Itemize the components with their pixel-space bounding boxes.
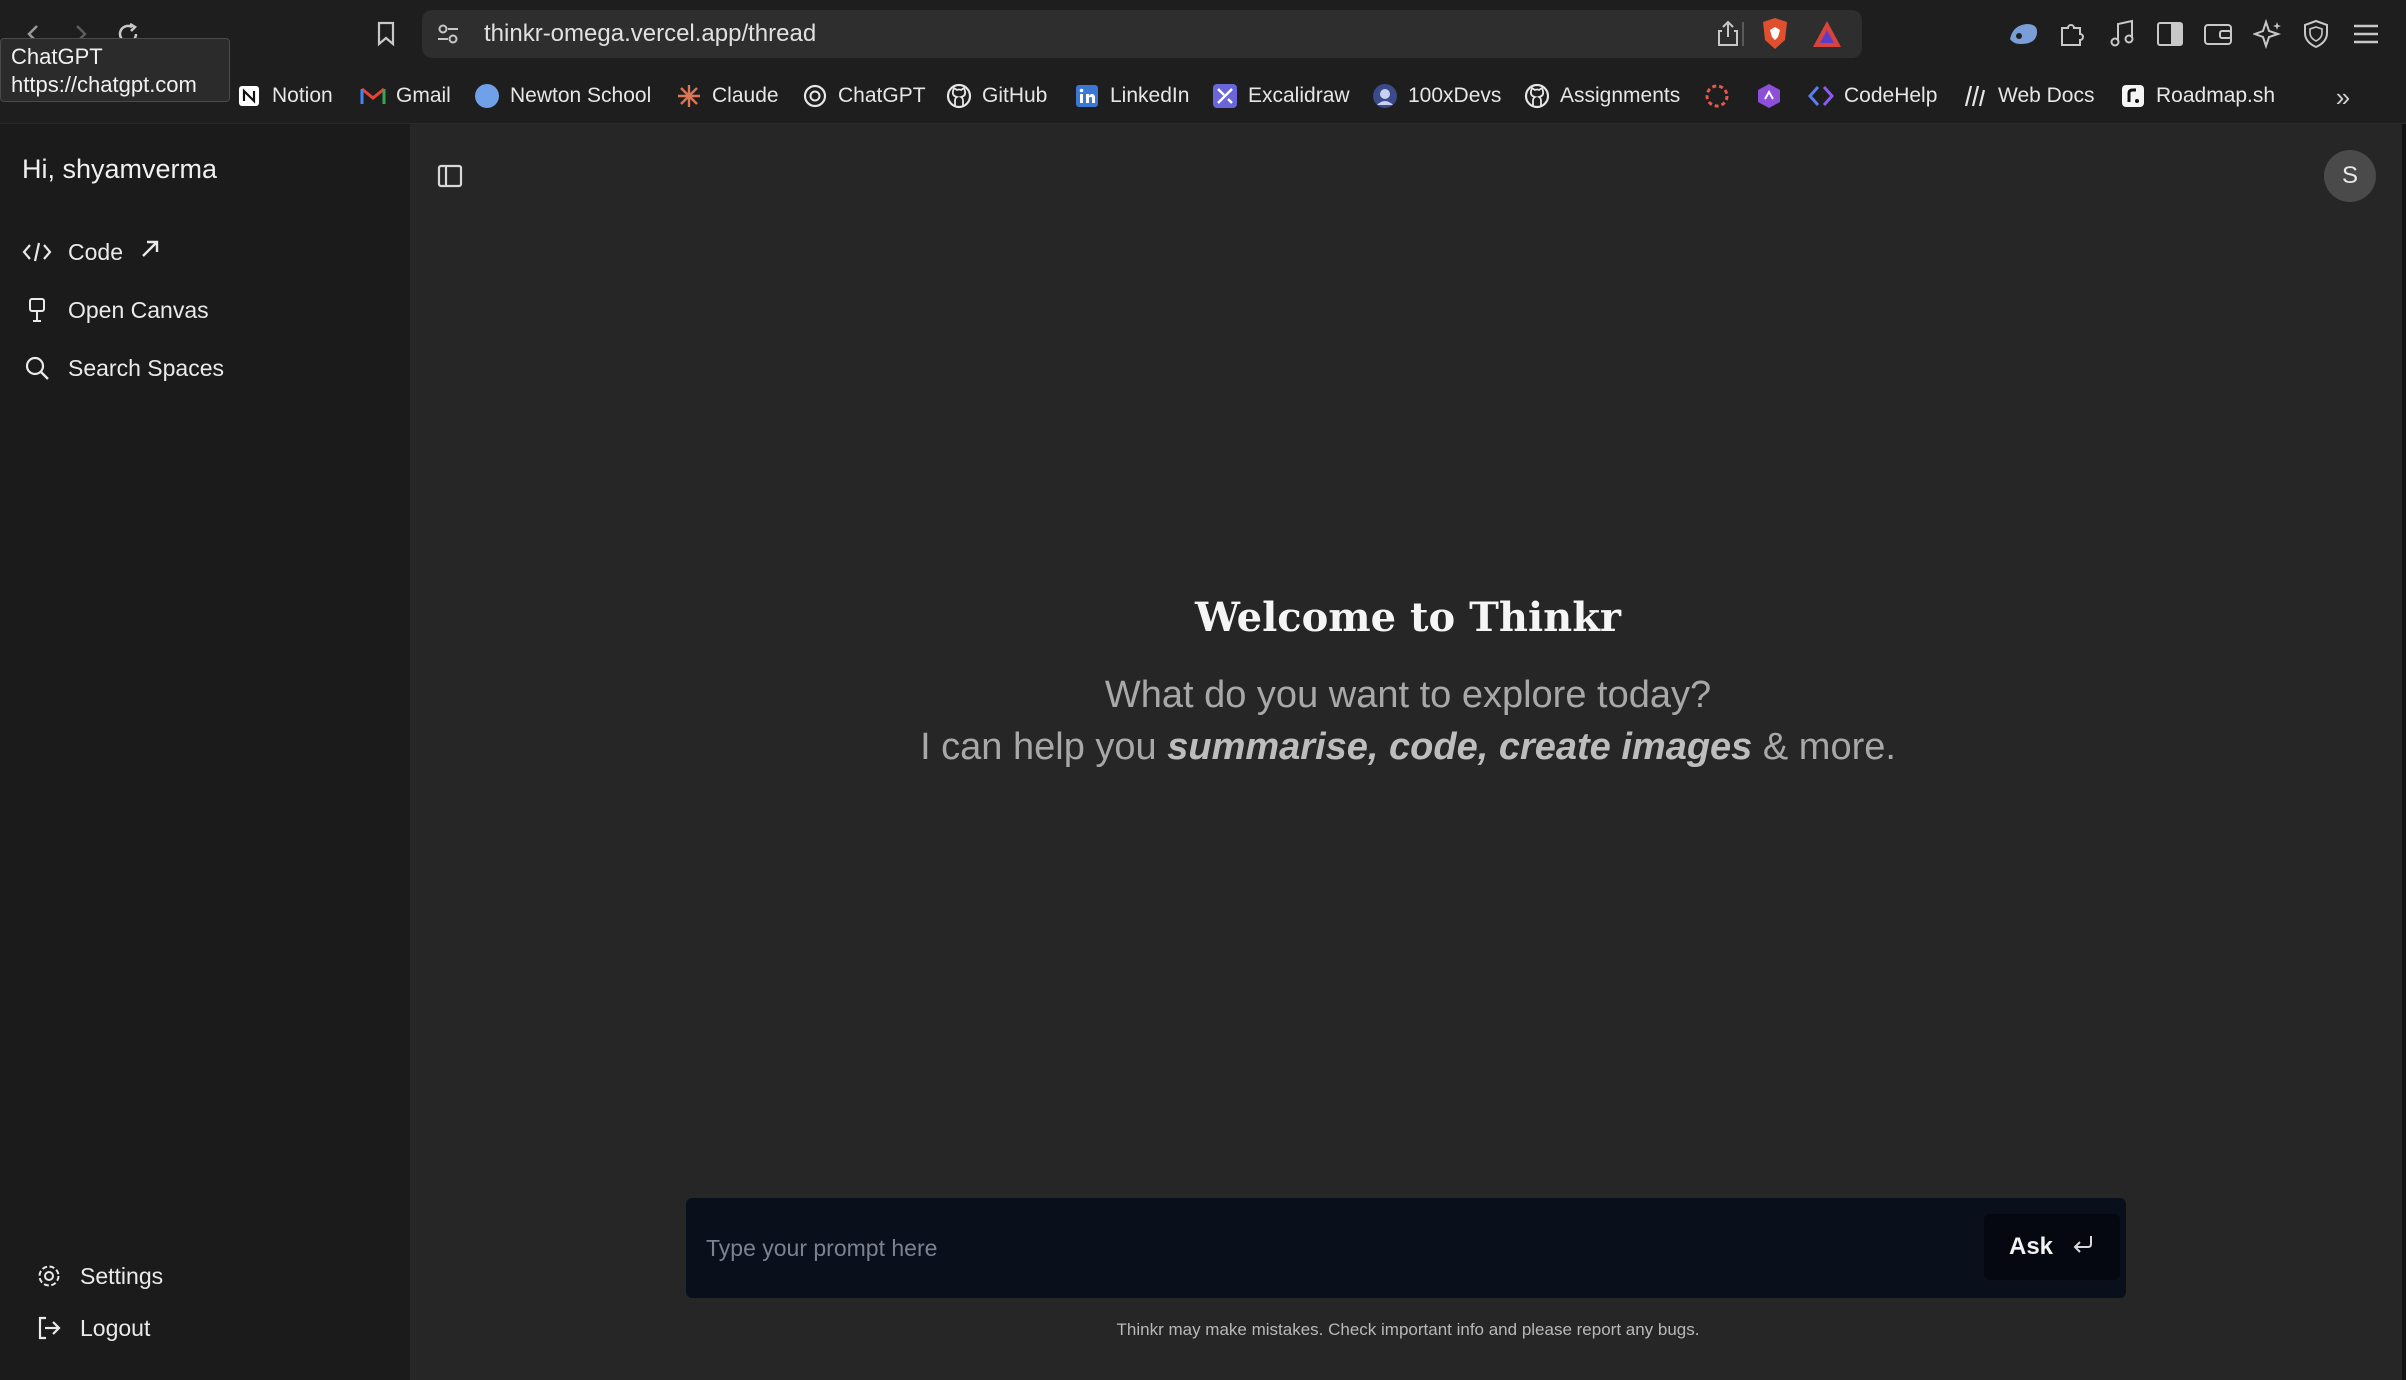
github-icon: [946, 83, 972, 109]
extensions-puzzle-icon[interactable]: [2054, 16, 2090, 52]
urlbar-separator: [1742, 22, 1744, 46]
sidebar-logout[interactable]: Logout: [34, 1306, 150, 1350]
tooltip-title: ChatGPT: [11, 44, 103, 69]
brave-rewards-icon[interactable]: [1810, 18, 1844, 50]
brave-shields-icon[interactable]: [1758, 16, 1792, 52]
media-music-icon[interactable]: [2104, 16, 2140, 52]
bookmarks-overflow-icon[interactable]: »: [2326, 80, 2360, 114]
subtitle-prefix: I can help you: [920, 726, 1168, 768]
sidebar: Hi, shyamverma Code Open Canvas Search S…: [0, 124, 410, 1380]
bookmark-tooltip: ChatGPT https://chatgpt.com: [0, 38, 230, 102]
bookmark-assignments[interactable]: Assignments: [1524, 76, 1680, 116]
share-icon[interactable]: [1712, 18, 1744, 50]
bookmark-gmail[interactable]: Gmail: [360, 76, 451, 116]
bookmark-circle-dots[interactable]: [1704, 76, 1730, 116]
sidebar-item-label: Open Canvas: [68, 296, 209, 323]
logout-icon: [34, 1313, 64, 1343]
bookmark-excalidraw[interactable]: Excalidraw: [1212, 76, 1350, 116]
settings-label: Settings: [80, 1262, 164, 1289]
roadmap-icon: [2120, 83, 2146, 109]
notion-icon: [236, 83, 262, 109]
wallet-icon[interactable]: [2200, 16, 2236, 52]
vpn-shield-icon[interactable]: [2298, 16, 2334, 52]
user-avatar[interactable]: S: [2324, 150, 2376, 202]
sidebar-item-search-spaces[interactable]: Search Spaces: [22, 346, 224, 390]
sidebar-toggle-button[interactable]: [432, 158, 468, 194]
url-text[interactable]: thinkr-omega.vercel.app/thread: [484, 20, 816, 48]
welcome-heading: Welcome to Thinkr: [1194, 594, 1622, 641]
bookmark-purple-hex[interactable]: [1756, 76, 1782, 116]
browser-toolbar: thinkr-omega.vercel.app/thread: [0, 0, 2406, 68]
panel-left-icon: [437, 164, 463, 188]
sidebar-greeting: Hi, shyamverma: [22, 154, 218, 184]
site-settings-icon[interactable]: [434, 20, 462, 48]
gear-icon: [34, 1261, 64, 1291]
extension-leo-icon[interactable]: [2006, 16, 2042, 52]
bookmark-github[interactable]: GitHub: [946, 76, 1047, 116]
leo-ai-sparkle-icon[interactable]: [2250, 16, 2286, 52]
bookmark-web-docs[interactable]: Web Docs: [1962, 76, 2094, 116]
welcome-subtitle-line2: I can help you summarise, code, create i…: [410, 726, 2406, 769]
bookmark-newton-school[interactable]: Newton School: [474, 76, 651, 116]
chatgpt-icon: [802, 83, 828, 109]
100xdevs-icon: [1372, 83, 1398, 109]
sidebar-item-label: Search Spaces: [68, 354, 224, 381]
sidebar-item-open-canvas[interactable]: Open Canvas: [22, 288, 209, 332]
prompt-input[interactable]: [686, 1198, 1946, 1298]
address-bar[interactable]: thinkr-omega.vercel.app/thread: [422, 10, 1862, 58]
sidebar-settings[interactable]: Settings: [34, 1254, 163, 1298]
browser-menu-icon[interactable]: [2348, 16, 2384, 52]
github-icon: [1524, 83, 1550, 109]
subtitle-suffix: & more.: [1752, 726, 1896, 768]
bookmark-claude[interactable]: Claude: [676, 76, 779, 116]
codehelp-icon: [1808, 83, 1834, 109]
gmail-icon: [360, 83, 386, 109]
bookmark-page-button[interactable]: [366, 14, 406, 54]
logout-label: Logout: [80, 1314, 151, 1341]
bookmark-codehelp[interactable]: CodeHelp: [1808, 76, 1937, 116]
linkedin-icon: [1074, 83, 1100, 109]
ask-label: Ask: [2008, 1233, 2054, 1260]
ask-button[interactable]: Ask: [1984, 1214, 2120, 1280]
window-edge: [2402, 124, 2406, 1380]
newton-school-icon: [474, 83, 500, 109]
thinkr-app: Hi, shyamverma Code Open Canvas Search S…: [0, 124, 2406, 1380]
sidebar-item-code[interactable]: Code: [22, 230, 161, 274]
bookmark-100xdevs[interactable]: 100xDevs: [1372, 76, 1501, 116]
bookmark-chatgpt[interactable]: ChatGPT: [802, 76, 926, 116]
claude-icon: [676, 83, 702, 109]
search-icon: [22, 353, 52, 383]
excalidraw-icon: [1212, 83, 1238, 109]
enter-icon: [2071, 1233, 2095, 1262]
bookmark-linkedin[interactable]: LinkedIn: [1074, 76, 1189, 116]
code-icon: [22, 237, 52, 267]
welcome-subtitle-line1: What do you want to explore today?: [1104, 674, 1712, 716]
prompt-box: Ask: [686, 1198, 2126, 1298]
sidebar-item-label: Code: [68, 238, 123, 265]
sidebar-panel-icon[interactable]: [2152, 16, 2188, 52]
main-content: S Welcome to Thinkr What do you want to …: [410, 124, 2406, 1380]
circle-dots-icon: [1704, 83, 1730, 109]
tooltip-url: https://chatgpt.com: [11, 72, 197, 97]
purple-hex-icon: [1756, 83, 1782, 109]
external-link-arrow-icon: [139, 238, 161, 266]
bookmark-icon: [377, 21, 395, 47]
bookmark-notion[interactable]: Notion: [236, 76, 333, 116]
subtitle-emphasis: summarise, code, create images: [1167, 726, 1753, 768]
disclaimer-text: Thinkr may make mistakes. Check importan…: [1116, 1320, 1700, 1339]
browser-window: thinkr-omega.vercel.app/thread Notion Gm…: [0, 0, 2406, 1380]
bookmark-roadmap[interactable]: Roadmap.sh: [2120, 76, 2275, 116]
bookmarks-bar: Notion Gmail Newton School Claude ChatGP…: [0, 68, 2406, 124]
mdn-icon: [1962, 83, 1988, 109]
canvas-icon: [22, 295, 52, 325]
